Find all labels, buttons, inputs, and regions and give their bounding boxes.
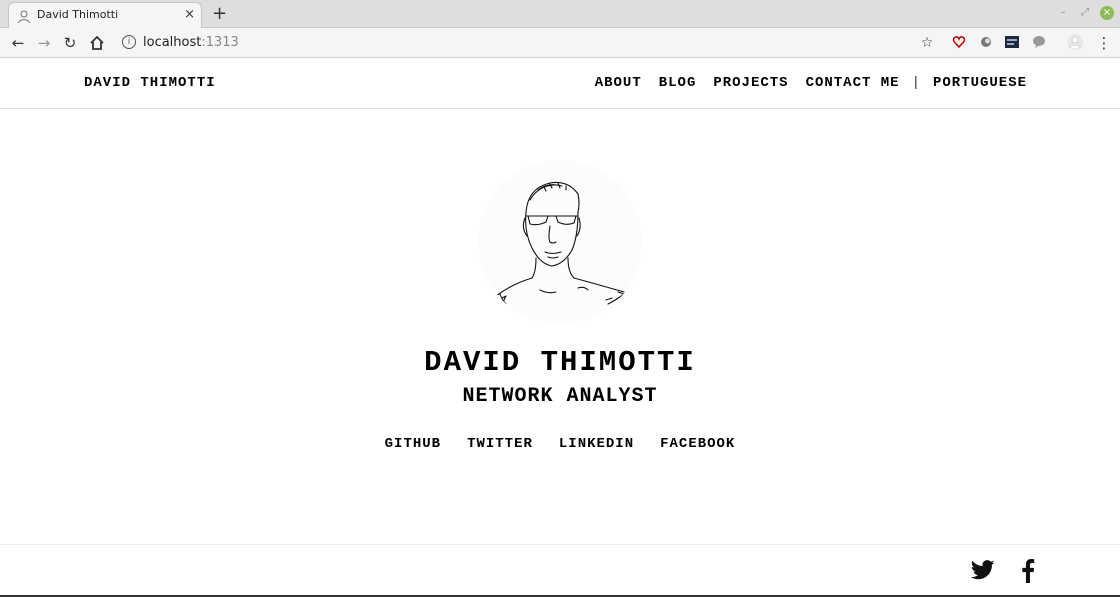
profile-avatar-icon[interactable] [1067,34,1083,50]
portrait-sketch [495,181,625,305]
dark-extension-icon[interactable] [1005,35,1019,49]
reload-icon[interactable]: ↻ [60,33,80,53]
menu-item-contact[interactable]: CONTACT ME [806,75,900,91]
new-tab-button[interactable]: + [212,3,227,24]
url-port: :1313 [201,35,239,50]
url-host: localhost [143,35,202,50]
circle-extension-icon[interactable] [979,35,993,49]
menu-item-blog[interactable]: BLOG [659,75,697,91]
forward-icon[interactable]: → [34,33,54,53]
menu-separator: | [911,75,921,91]
menu-item-projects[interactable]: PROJECTS [713,75,788,91]
browser-tab[interactable]: David Thimotti × [8,2,202,28]
profile-avatar [478,160,642,324]
heart-extension-icon[interactable] [952,35,966,49]
profile-role: NETWORK ANALYST [462,385,658,408]
tab-title: David Thimotti [37,8,119,21]
profile-name: DAVID THIMOTTI [424,346,696,379]
tab-close-button[interactable]: × [184,7,195,22]
social-links: GITHUB TWITTER LINKEDIN FACEBOOK [0,436,1120,452]
site-header: DAVID THIMOTTI ABOUT BLOG PROJECTS CONTA… [0,59,1120,109]
menu-item-about[interactable]: ABOUT [595,75,642,91]
facebook-link[interactable]: FACEBOOK [660,436,735,452]
language-switch-link[interactable]: PORTUGUESE [933,75,1027,91]
browser-tab-bar: David Thimotti × + – ⤢ × [0,0,1120,28]
linkedin-link[interactable]: LINKEDIN [559,436,634,452]
twitter-link[interactable]: TWITTER [467,436,533,452]
back-icon[interactable]: ← [8,33,28,53]
twitter-icon[interactable] [971,559,995,581]
window-close-button[interactable]: × [1100,6,1114,20]
bookmark-star-icon[interactable]: ☆ [917,33,937,53]
chat-extension-icon[interactable] [1032,35,1046,49]
facebook-icon[interactable] [1020,559,1036,583]
window-minimize-button[interactable]: – [1056,6,1070,20]
window-maximize-button[interactable]: ⤢ [1078,6,1092,20]
main-menu: ABOUT BLOG PROJECTS CONTACT ME | PORTUGU… [578,75,1027,91]
home-icon[interactable] [87,33,107,53]
browser-toolbar: ← → ↻ i localhost:1313 ☆ ⋮ [0,28,1120,58]
site-footer [0,544,1120,597]
browser-menu-icon[interactable]: ⋮ [1094,33,1114,53]
site-info-icon[interactable]: i [122,35,136,49]
github-link[interactable]: GITHUB [385,436,441,452]
site-brand[interactable]: DAVID THIMOTTI [84,75,216,91]
address-bar[interactable]: localhost:1313 [143,35,239,50]
window-controls: – ⤢ × [1056,6,1114,20]
favicon-icon [17,10,31,23]
